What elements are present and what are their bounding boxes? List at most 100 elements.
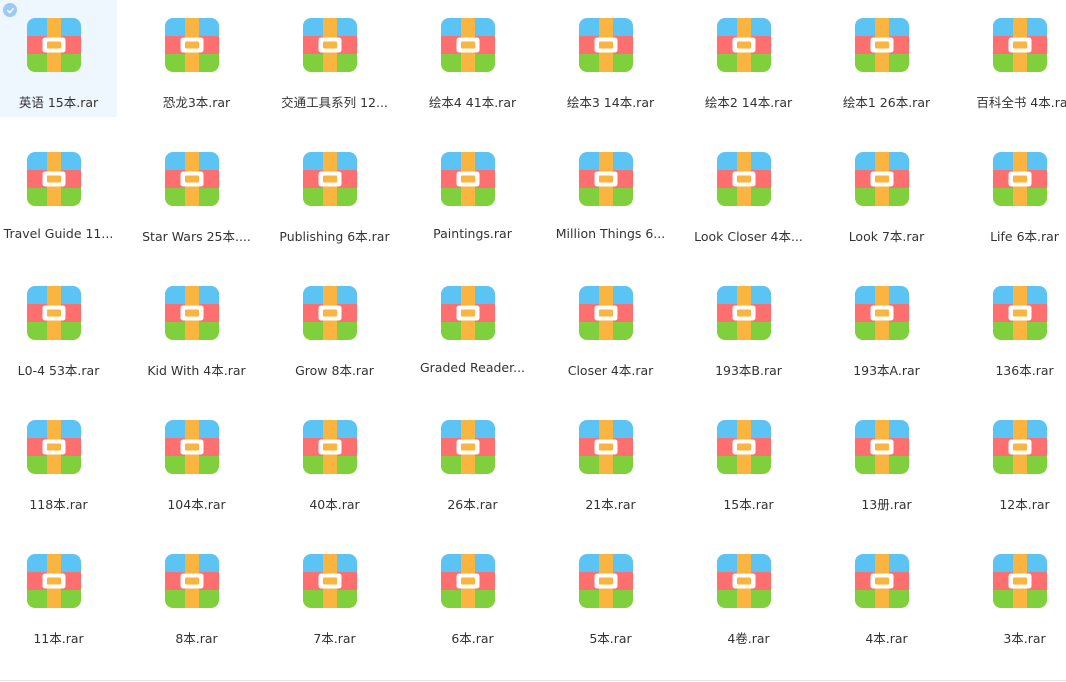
file-name: Publishing 6本.rar (279, 229, 390, 244)
file-item[interactable]: Life 6本.rar (966, 134, 1066, 251)
file-item[interactable]: 绘本2 14本.rar (690, 0, 807, 117)
archive-icon (993, 152, 1047, 206)
file-name: Graded Reader... (419, 360, 526, 375)
file-name: 绘本2 14本.rar (704, 95, 793, 110)
file-item[interactable]: 绘本4 41本.rar (414, 0, 531, 117)
file-name: 5本.rar (589, 631, 632, 646)
archive-icon (303, 18, 357, 72)
file-name: 193本A.rar (853, 363, 920, 378)
file-item[interactable]: 21本.rar (552, 402, 669, 519)
file-item[interactable]: 7本.rar (276, 536, 393, 653)
file-name: 40本.rar (309, 497, 360, 512)
archive-icon (717, 152, 771, 206)
file-name: 104本.rar (167, 497, 226, 512)
file-item[interactable]: 136本.rar (966, 268, 1066, 385)
file-name: 英语 15本.rar (18, 95, 99, 110)
bottom-divider (0, 680, 1066, 681)
file-name: 15本.rar (723, 497, 774, 512)
file-name: Paintings.rar (433, 226, 512, 241)
file-item[interactable]: 绘本3 14本.rar (552, 0, 669, 117)
file-item[interactable]: 193本B.rar (690, 268, 807, 385)
file-item[interactable]: 绘本1 26本.rar (828, 0, 945, 117)
file-item[interactable]: 15本.rar (690, 402, 807, 519)
file-item[interactable]: Million Things 6... (552, 134, 669, 251)
file-name: 绘本3 14本.rar (566, 95, 655, 110)
file-item[interactable]: Travel Guide 11... (0, 134, 117, 251)
file-item[interactable]: Graded Reader... (414, 268, 531, 385)
archive-icon (579, 554, 633, 608)
file-item[interactable]: 5本.rar (552, 536, 669, 653)
archive-icon (441, 420, 495, 474)
archive-icon (27, 420, 81, 474)
file-name: 7本.rar (313, 631, 356, 646)
file-item[interactable]: 40本.rar (276, 402, 393, 519)
file-item[interactable]: 6本.rar (414, 536, 531, 653)
file-item[interactable]: 3本.rar (966, 536, 1066, 653)
file-name: 6本.rar (451, 631, 494, 646)
file-item[interactable]: Paintings.rar (414, 134, 531, 251)
file-name: 4本.rar (865, 631, 908, 646)
file-item[interactable]: 4本.rar (828, 536, 945, 653)
archive-icon (165, 286, 219, 340)
file-name: 4卷.rar (727, 631, 770, 646)
file-item[interactable]: Grow 8本.rar (276, 268, 393, 385)
file-name: Look Closer 4本... (694, 229, 803, 244)
file-item[interactable]: 13册.rar (828, 402, 945, 519)
file-name: 11本.rar (33, 631, 84, 646)
archive-icon (855, 420, 909, 474)
file-name: 13册.rar (861, 497, 912, 512)
file-item[interactable]: 26本.rar (414, 402, 531, 519)
file-name: 136本.rar (995, 363, 1054, 378)
file-item[interactable]: 12本.rar (966, 402, 1066, 519)
file-item[interactable]: Star Wars 25本.... (138, 134, 255, 251)
archive-icon (303, 554, 357, 608)
file-name: 193本B.rar (715, 363, 782, 378)
file-item[interactable]: 104本.rar (138, 402, 255, 519)
file-name: Life 6本.rar (990, 229, 1059, 244)
file-name: 8本.rar (175, 631, 218, 646)
file-item[interactable]: 118本.rar (0, 402, 117, 519)
archive-icon (993, 18, 1047, 72)
file-name: L0-4 53本.rar (17, 363, 100, 378)
archive-icon (579, 420, 633, 474)
archive-icon (27, 286, 81, 340)
archive-icon (441, 152, 495, 206)
file-item[interactable]: Closer 4本.rar (552, 268, 669, 385)
file-item[interactable]: Publishing 6本.rar (276, 134, 393, 251)
file-name: 交通工具系列 12... (281, 95, 388, 110)
archive-icon (441, 286, 495, 340)
file-item[interactable]: 11本.rar (0, 536, 117, 653)
archive-icon (993, 420, 1047, 474)
file-item[interactable]: 恐龙3本.rar (138, 0, 255, 117)
file-item[interactable]: 交通工具系列 12... (276, 0, 393, 117)
archive-icon (303, 152, 357, 206)
file-grid: 英语 15本.rar 恐龙3本.rar 交通工具系列 12... 绘本4 41本.ra… (0, 0, 1066, 682)
file-item[interactable]: 4卷.rar (690, 536, 807, 653)
archive-icon (855, 554, 909, 608)
file-name: Look 7本.rar (848, 229, 925, 244)
file-item[interactable]: L0-4 53本.rar (0, 268, 117, 385)
file-item[interactable]: 8本.rar (138, 536, 255, 653)
file-name: Travel Guide 11... (3, 226, 114, 241)
file-name: 恐龙3本.rar (162, 95, 231, 110)
file-item[interactable]: 百科全书 4本.rar (966, 0, 1066, 117)
file-name: 百科全书 4本.rar (976, 95, 1066, 110)
archive-icon (441, 554, 495, 608)
file-item[interactable]: Look 7本.rar (828, 134, 945, 251)
archive-icon (27, 18, 81, 72)
file-name: 26本.rar (447, 497, 498, 512)
file-item[interactable]: Kid With 4本.rar (138, 268, 255, 385)
file-name: Kid With 4本.rar (147, 363, 246, 378)
archive-icon (717, 420, 771, 474)
file-name: 3本.rar (1003, 631, 1046, 646)
file-name: 118本.rar (29, 497, 88, 512)
file-item[interactable]: 英语 15本.rar (0, 0, 117, 117)
archive-icon (717, 554, 771, 608)
archive-icon (303, 420, 357, 474)
file-name: 绘本4 41本.rar (428, 95, 517, 110)
check-icon[interactable] (3, 3, 17, 17)
file-name: 12本.rar (999, 497, 1050, 512)
file-item[interactable]: Look Closer 4本... (690, 134, 807, 251)
file-item[interactable]: 193本A.rar (828, 268, 945, 385)
archive-icon (165, 554, 219, 608)
